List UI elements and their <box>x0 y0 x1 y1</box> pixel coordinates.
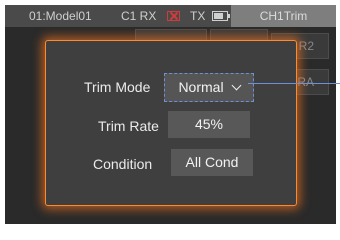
condition-field[interactable]: All Cond <box>171 149 253 176</box>
c1rx-label: C1 RX <box>121 9 157 23</box>
condition-label: Condition <box>93 156 153 172</box>
trim-rate-label: Trim Rate <box>98 118 159 134</box>
battery-icon <box>212 11 230 21</box>
chevron-down-icon <box>231 80 242 91</box>
tab-ch1trim[interactable]: CH1Trim <box>231 5 336 27</box>
trim-mode-label: Trim Mode <box>84 79 151 95</box>
trim-mode-dropdown[interactable]: Normal <box>164 73 254 102</box>
status-bar: 01:Model01 C1 RX TX CH1Trim <box>5 5 336 27</box>
trim-rate-field[interactable]: 45% <box>168 111 250 138</box>
model-label: 01:Model01 <box>29 9 92 23</box>
device-screen: 01:Model01 C1 RX TX CH1Trim R2 RA Trim M… <box>5 5 336 224</box>
rx-disconnected-icon <box>167 11 180 21</box>
selection-pointer-line <box>248 83 340 84</box>
trim-settings-dialog: Trim Mode Normal Trim Rate 45% Condition… <box>45 40 297 206</box>
trim-mode-value: Normal <box>178 79 224 95</box>
tx-label: TX <box>190 9 206 23</box>
